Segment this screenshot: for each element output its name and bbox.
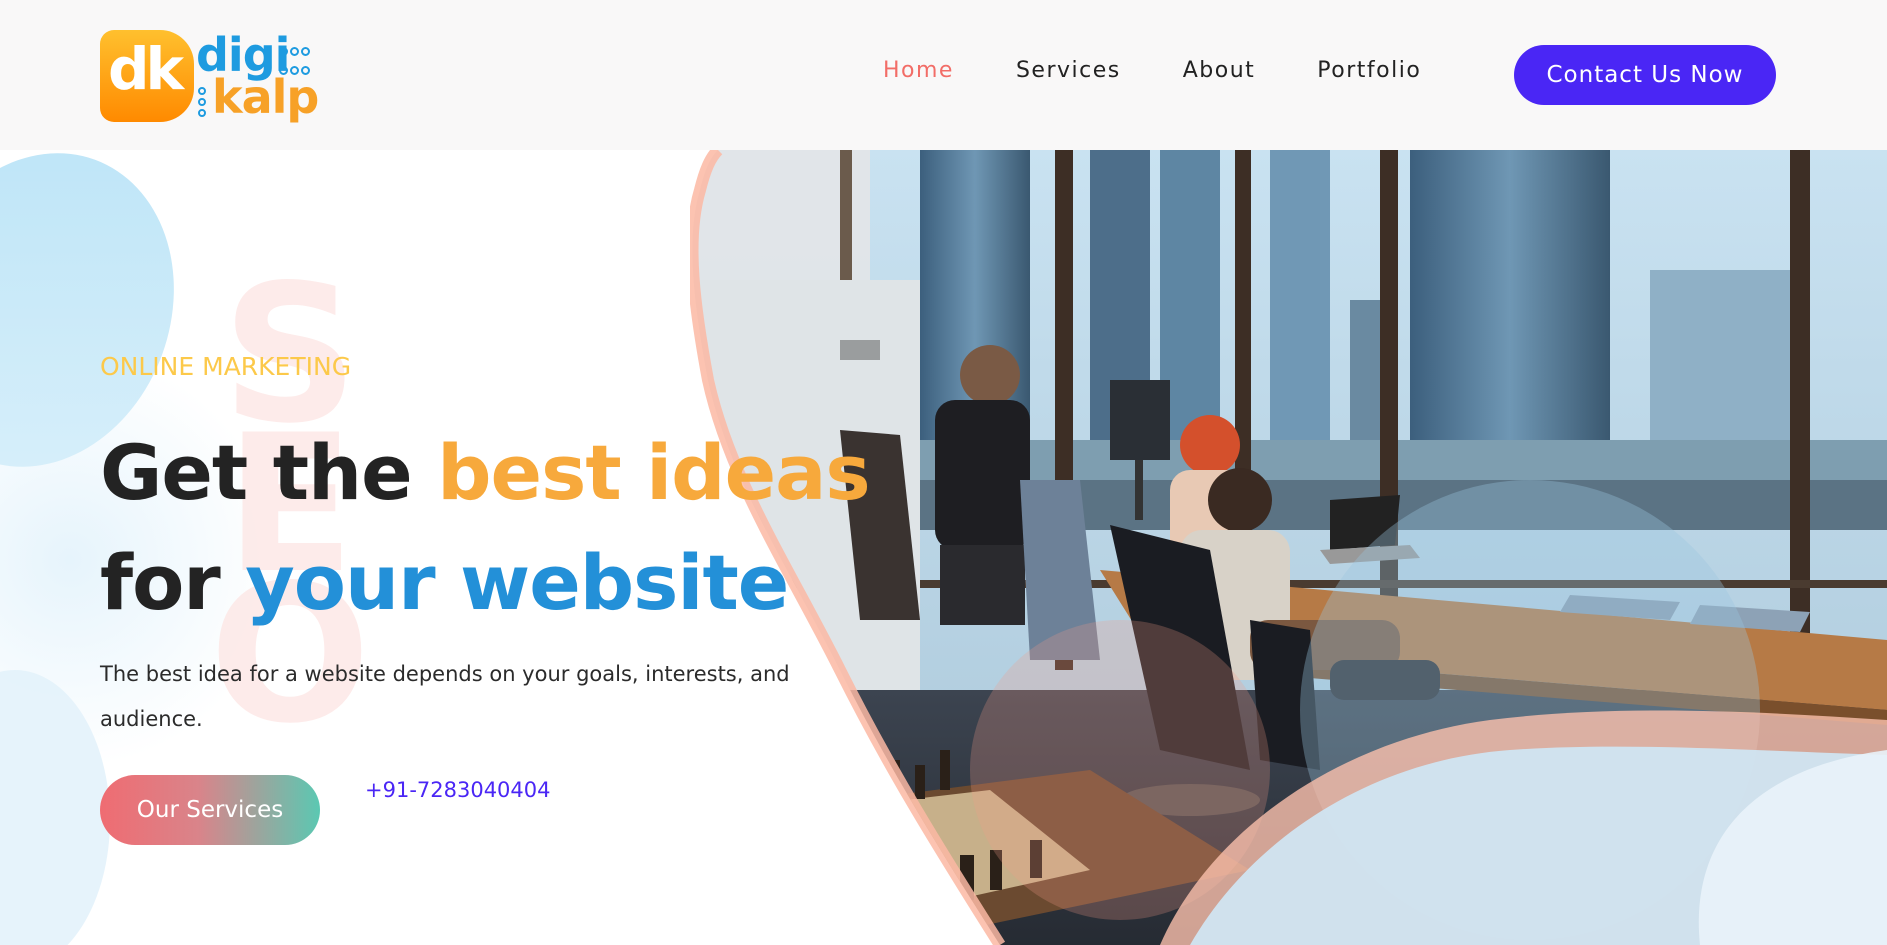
main-nav: Home Services About Portfolio: [883, 58, 1483, 83]
nav-item-services[interactable]: Services: [1016, 58, 1121, 83]
digikalp-logo[interactable]: dk digi kalp: [100, 30, 320, 124]
site-header: dk digi kalp Home Services About Portfol…: [0, 0, 1887, 150]
headline-text: for: [100, 538, 246, 627]
hero-eyebrow: ONLINE MARKETING: [100, 352, 352, 381]
hero-section: SEO ONLINE MARKETING Get the best ideas …: [0, 150, 1887, 945]
our-services-button[interactable]: Our Services: [100, 775, 320, 845]
phone-link[interactable]: +91-7283040404: [365, 778, 551, 802]
hero-description: The best idea for a website depends on y…: [100, 662, 790, 731]
nav-item-portfolio[interactable]: Portfolio: [1317, 58, 1421, 83]
nav-item-about[interactable]: About: [1183, 58, 1256, 83]
headline-highlight-orange: best ideas: [437, 428, 870, 517]
nav-item-home[interactable]: Home: [883, 58, 954, 83]
logo-badge: dk: [100, 30, 194, 122]
logo-dots-vertical-icon: [198, 84, 210, 120]
headline-highlight-blue: your website: [245, 538, 789, 627]
hero-headline: Get the best ideas for your website: [100, 418, 871, 638]
headline-text: Get the: [100, 428, 438, 517]
contact-us-button[interactable]: Contact Us Now: [1514, 45, 1776, 105]
logo-badge-text: dk: [108, 35, 184, 103]
logo-text-kalp: kalp: [212, 70, 319, 124]
